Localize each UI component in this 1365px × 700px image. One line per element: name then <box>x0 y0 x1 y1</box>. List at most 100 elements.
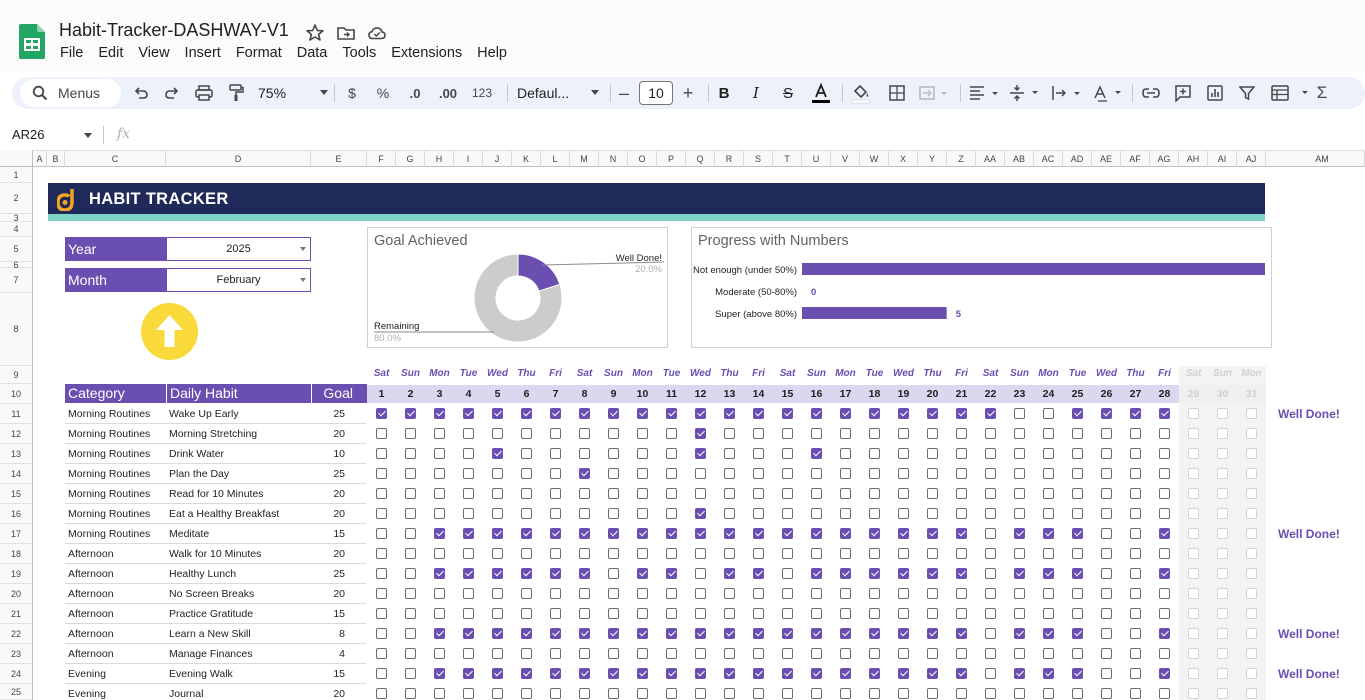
habit-checkbox[interactable] <box>376 688 387 699</box>
habit-checkbox[interactable] <box>1043 688 1054 699</box>
habit-checkbox[interactable] <box>811 568 822 579</box>
habit-checkbox[interactable] <box>521 408 532 419</box>
habit-checkbox[interactable] <box>405 528 416 539</box>
habit-checkbox[interactable] <box>782 568 793 579</box>
currency-format-button[interactable]: $ <box>343 81 361 105</box>
row-header-22[interactable]: 22 <box>0 624 32 644</box>
print-icon[interactable] <box>193 81 215 105</box>
column-header-n[interactable]: N <box>599 151 628 167</box>
habit-checkbox[interactable] <box>376 428 387 439</box>
habit-checkbox[interactable] <box>724 488 735 499</box>
bold-icon[interactable]: B <box>715 81 733 105</box>
row-header-14[interactable]: 14 <box>0 464 32 484</box>
category-cell[interactable]: Afternoon <box>68 628 114 640</box>
habit-checkbox[interactable] <box>1072 568 1083 579</box>
habit-checkbox[interactable] <box>840 528 851 539</box>
habit-checkbox[interactable] <box>869 528 880 539</box>
habit-checkbox[interactable] <box>753 648 764 659</box>
paint-format-icon[interactable] <box>225 81 247 105</box>
habit-checkbox[interactable] <box>1217 488 1228 499</box>
habit-checkbox[interactable] <box>956 548 967 559</box>
habit-checkbox[interactable] <box>956 588 967 599</box>
habit-checkbox[interactable] <box>521 668 532 679</box>
habit-checkbox[interactable] <box>434 608 445 619</box>
row-header-19[interactable]: 19 <box>0 564 32 584</box>
habit-checkbox[interactable] <box>1246 548 1257 559</box>
habit-checkbox[interactable] <box>1159 528 1170 539</box>
document-title[interactable]: Habit-Tracker-DASHWAY-V1 <box>59 20 289 41</box>
habit-checkbox[interactable] <box>434 648 445 659</box>
habit-checkbox[interactable] <box>927 648 938 659</box>
habit-checkbox[interactable] <box>695 548 706 559</box>
habit-checkbox[interactable] <box>608 508 619 519</box>
habit-checkbox[interactable] <box>753 508 764 519</box>
habit-checkbox[interactable] <box>492 688 503 699</box>
habit-checkbox[interactable] <box>1072 688 1083 699</box>
menu-insert[interactable]: Insert <box>185 45 221 61</box>
habit-checkbox[interactable] <box>666 688 677 699</box>
habit-checkbox[interactable] <box>1159 588 1170 599</box>
habit-checkbox[interactable] <box>579 668 590 679</box>
text-wrapping-icon[interactable] <box>1049 81 1083 105</box>
habit-checkbox[interactable] <box>1014 668 1025 679</box>
habit-checkbox[interactable] <box>753 608 764 619</box>
habit-checkbox[interactable] <box>637 408 648 419</box>
habit-checkbox[interactable] <box>753 408 764 419</box>
habit-checkbox[interactable] <box>898 508 909 519</box>
habit-checkbox[interactable] <box>724 548 735 559</box>
habit-checkbox[interactable] <box>463 648 474 659</box>
column-header-g[interactable]: G <box>396 151 425 167</box>
habit-checkbox[interactable] <box>463 688 474 699</box>
up-arrow-badge[interactable] <box>141 303 198 360</box>
column-header-p[interactable]: P <box>657 151 686 167</box>
habit-checkbox[interactable] <box>1217 428 1228 439</box>
text-rotation-icon[interactable] <box>1090 81 1124 105</box>
habit-checkbox[interactable] <box>1246 408 1257 419</box>
column-header-o[interactable]: O <box>628 151 657 167</box>
strikethrough-icon[interactable]: S <box>779 81 797 105</box>
habit-checkbox[interactable] <box>1014 408 1025 419</box>
habit-checkbox[interactable] <box>608 668 619 679</box>
habit-checkbox[interactable] <box>869 568 880 579</box>
column-header-q[interactable]: Q <box>686 151 715 167</box>
select-all-corner[interactable] <box>0 150 33 167</box>
column-header-a[interactable]: A <box>33 151 47 167</box>
habit-checkbox[interactable] <box>1188 568 1199 579</box>
column-header-ah[interactable]: AH <box>1179 151 1208 167</box>
habit-checkbox[interactable] <box>1014 488 1025 499</box>
habit-checkbox[interactable] <box>637 548 648 559</box>
category-cell[interactable]: Afternoon <box>68 608 114 620</box>
menu-help[interactable]: Help <box>477 45 507 61</box>
habit-checkbox[interactable] <box>1130 428 1141 439</box>
habit-checkbox[interactable] <box>492 548 503 559</box>
habit-checkbox[interactable] <box>956 488 967 499</box>
habit-checkbox[interactable] <box>695 508 706 519</box>
habit-checkbox[interactable] <box>1101 408 1112 419</box>
habit-checkbox[interactable] <box>521 548 532 559</box>
column-header-aj[interactable]: AJ <box>1237 151 1266 167</box>
sheets-logo-icon[interactable] <box>19 24 45 59</box>
habit-checkbox[interactable] <box>1072 608 1083 619</box>
habit-checkbox[interactable] <box>753 468 764 479</box>
habit-checkbox[interactable] <box>1246 588 1257 599</box>
habit-checkbox[interactable] <box>1014 508 1025 519</box>
column-header-r[interactable]: R <box>715 151 744 167</box>
habit-checkbox[interactable] <box>695 528 706 539</box>
habit-checkbox[interactable] <box>782 688 793 699</box>
habit-checkbox[interactable] <box>1072 468 1083 479</box>
habit-checkbox[interactable] <box>985 448 996 459</box>
habit-checkbox[interactable] <box>898 588 909 599</box>
habit-checkbox[interactable] <box>1246 488 1257 499</box>
progress-bar-0[interactable] <box>802 263 1265 275</box>
category-cell[interactable]: Afternoon <box>68 548 114 560</box>
habit-cell-no-screen-breaks[interactable]: No Screen Breaks <box>169 588 254 600</box>
habit-checkbox[interactable] <box>782 648 793 659</box>
habit-checkbox[interactable] <box>782 668 793 679</box>
habit-checkbox[interactable] <box>782 488 793 499</box>
insert-comment-icon[interactable] <box>1172 81 1194 105</box>
habit-checkbox[interactable] <box>1043 648 1054 659</box>
habit-checkbox[interactable] <box>1014 648 1025 659</box>
habit-checkbox[interactable] <box>927 548 938 559</box>
row-header-10[interactable]: 10 <box>0 384 32 404</box>
habit-checkbox[interactable] <box>1101 548 1112 559</box>
